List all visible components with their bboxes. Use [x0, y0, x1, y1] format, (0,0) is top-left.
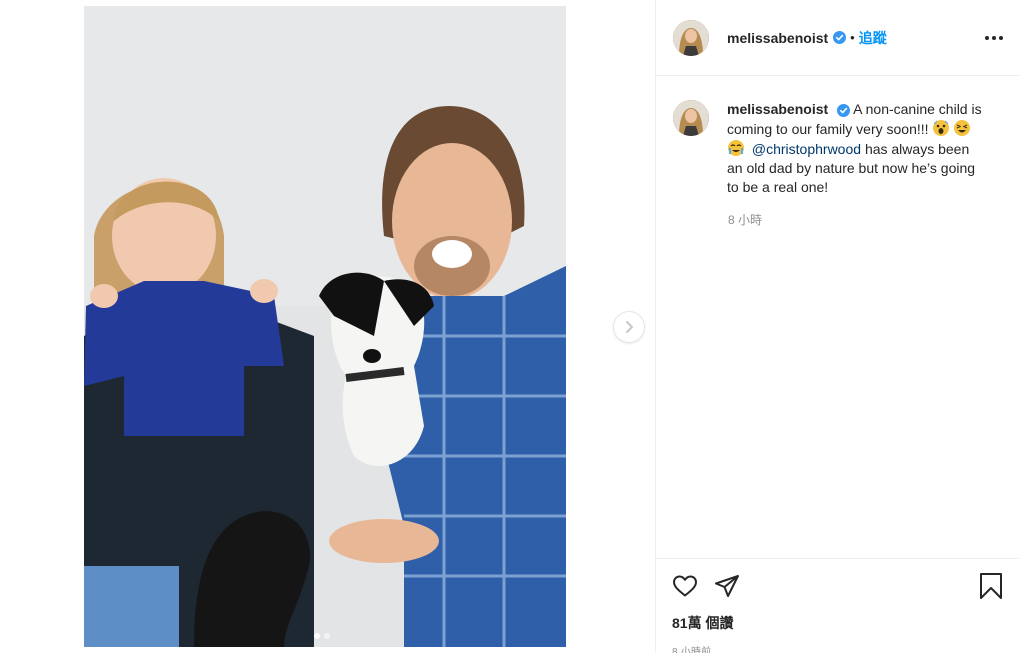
- more-options-icon[interactable]: [985, 30, 1003, 46]
- post-photo[interactable]: [84, 6, 566, 647]
- verified-badge-icon: [837, 103, 851, 117]
- likes-count[interactable]: 81萬 個讚: [672, 613, 1003, 633]
- bookmark-icon[interactable]: [979, 572, 1003, 600]
- caption-username[interactable]: melissabenoist: [727, 101, 828, 117]
- chevron-right-icon: [626, 321, 633, 333]
- scream-emoji-icon: [932, 119, 950, 137]
- laughing-emoji-icon: [953, 119, 971, 137]
- next-slide-button[interactable]: [614, 312, 644, 342]
- comments-area: melissabenoist A non-canine child is com…: [656, 76, 1019, 558]
- media-area: [0, 0, 655, 653]
- caption: melissabenoist A non-canine child is com…: [673, 100, 1003, 197]
- carousel-dot-active: [314, 633, 320, 639]
- carousel-indicator: [314, 633, 330, 639]
- follow-button[interactable]: 追蹤: [859, 28, 887, 48]
- caption-timestamp: 8 小時: [728, 213, 763, 227]
- username[interactable]: melissabenoist: [727, 30, 828, 46]
- verified-badge-icon: [833, 31, 847, 44]
- carousel-dot: [324, 633, 330, 639]
- post-side-panel: melissabenoist • 追蹤 melissabenoist A non…: [655, 0, 1019, 653]
- post-timestamp: 8 小時前: [672, 647, 712, 653]
- caption-text: melissabenoist A non-canine child is com…: [727, 100, 987, 197]
- caption-avatar[interactable]: [673, 100, 709, 136]
- crying-laughing-emoji-icon: [727, 139, 745, 157]
- separator-dot: •: [850, 30, 855, 45]
- paper-plane-icon[interactable]: [714, 574, 740, 598]
- post-actions: 81萬 個讚 8 小時前: [656, 558, 1019, 653]
- post-modal: melissabenoist • 追蹤 melissabenoist A non…: [0, 0, 1019, 653]
- mention-link[interactable]: @christophrwood: [752, 141, 861, 157]
- post-header: melissabenoist • 追蹤: [656, 0, 1019, 76]
- avatar[interactable]: [673, 19, 709, 56]
- heart-icon[interactable]: [672, 574, 698, 598]
- action-icons-row: [672, 559, 1003, 613]
